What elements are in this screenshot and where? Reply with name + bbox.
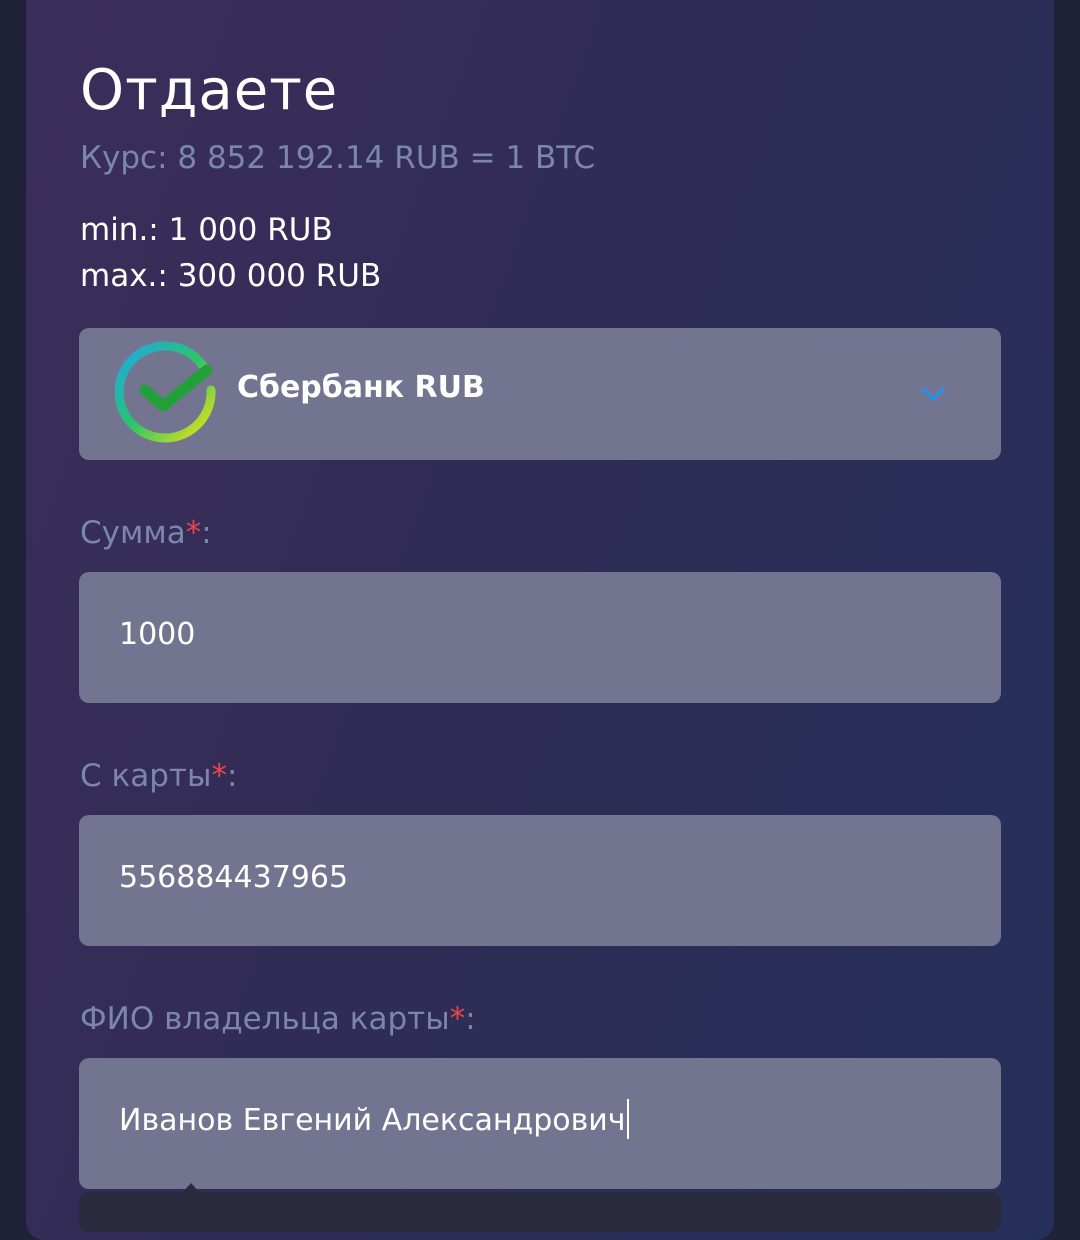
min-amount: min.: 1 000 RUB	[80, 212, 333, 248]
required-mark: *	[185, 515, 202, 551]
exchange-rate: Курс: 8 852 192.14 RUB = 1 BTC	[80, 140, 596, 176]
max-amount: max.: 300 000 RUB	[80, 258, 382, 294]
required-mark: *	[211, 758, 227, 794]
card-holder-input[interactable]: Иванов Евгений Александрович	[79, 1058, 1001, 1189]
card-number-label: С карты*:	[80, 758, 238, 794]
card-holder-value: Иванов Евгений Александрович	[119, 1098, 629, 1139]
amount-value: 1000	[119, 617, 196, 652]
amount-input[interactable]: 1000	[79, 572, 1001, 703]
sberbank-logo-icon	[115, 341, 216, 443]
payment-method-name: Сбербанк RUB	[237, 370, 485, 405]
text-caret	[626, 1098, 629, 1139]
card-number-value: 556884437965	[119, 860, 349, 895]
chevron-down-icon[interactable]	[917, 378, 949, 410]
card-number-input[interactable]: 556884437965	[79, 815, 1001, 946]
amount-label: Сумма*:	[80, 515, 212, 551]
payment-method-select[interactable]: Сбербанк RUB	[79, 328, 1001, 460]
section-title: Отдаете	[80, 58, 339, 123]
card-holder-label: ФИО владельца карты*:	[80, 1001, 476, 1037]
required-mark: *	[449, 1001, 466, 1037]
next-field-box[interactable]	[79, 1192, 1001, 1232]
